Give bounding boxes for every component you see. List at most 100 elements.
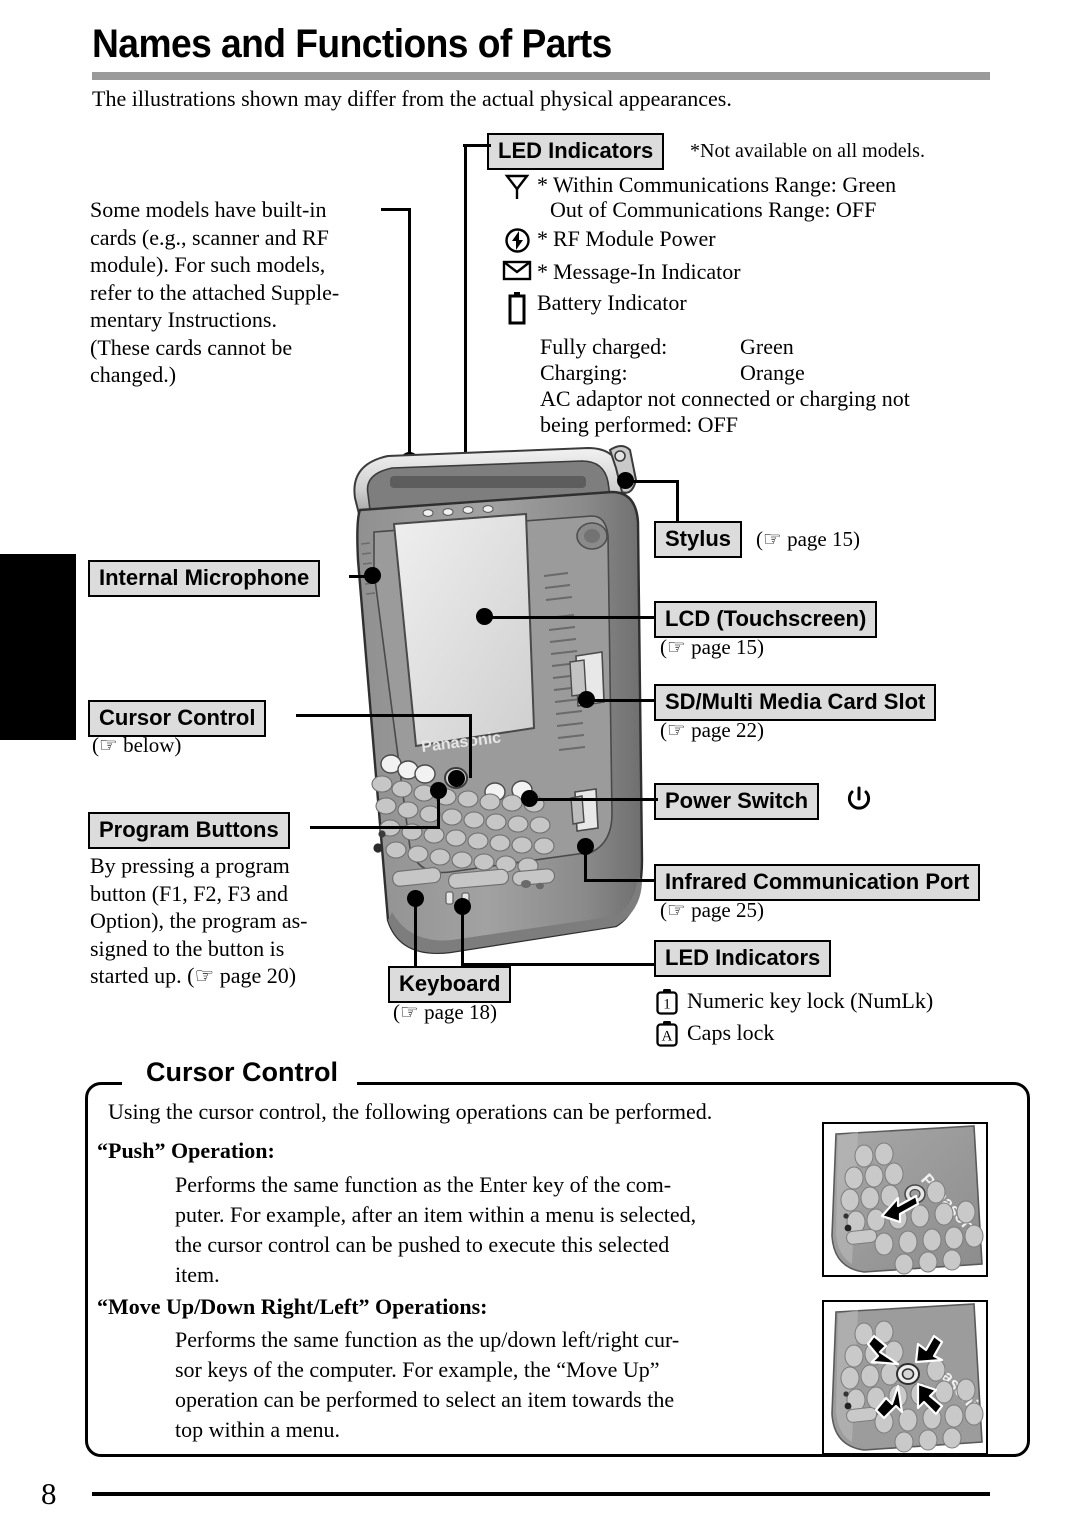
body-line: item.	[175, 1262, 220, 1287]
callout-stylus[interactable]: Stylus	[654, 521, 743, 558]
callout-power-switch[interactable]: Power Switch	[654, 783, 820, 820]
body-line: the cursor control can be pushed to exec…	[175, 1232, 670, 1257]
battery-detail-value: Green	[740, 334, 794, 359]
leader-line-led-top	[463, 144, 491, 147]
svg-text:A: A	[662, 1028, 673, 1044]
leader-line-cards	[381, 208, 411, 211]
led-star: *	[537, 226, 548, 251]
leader-line-led-top-vertical	[464, 144, 467, 504]
description-line: signed to the button is	[90, 935, 285, 961]
led-indicator-list: * Within Communications Range: Green Out …	[497, 172, 1017, 327]
battery-detail-label: Fully charged:	[540, 334, 668, 359]
svg-text:1: 1	[663, 996, 671, 1012]
led-line2: Out of Communications Range: OFF	[550, 197, 877, 222]
callout-label: Cursor Control	[99, 705, 256, 730]
antenna-icon	[497, 172, 537, 201]
battery-detail-label: Charging:	[540, 360, 628, 385]
note-line: cards (e.g., scanner and RF	[90, 224, 329, 250]
cursor-control-reference: (☞ below)	[92, 733, 182, 757]
callout-label: Infrared Communication Port	[665, 869, 970, 894]
leader-line-cursor-control	[296, 714, 472, 717]
battery-off-line1: AC adaptor not connected or charging not	[540, 386, 910, 411]
callout-label: LED Indicators	[498, 138, 654, 163]
led-line1: RF Module Power	[553, 226, 716, 251]
led-row-battery: Battery Indicator	[497, 290, 1017, 325]
callout-led-indicators-top[interactable]: LED Indicators	[487, 133, 665, 170]
leader-line-cards-vertical	[408, 208, 411, 460]
led-line1: Within Communications Range: Green	[553, 172, 897, 197]
callout-sd-card-slot[interactable]: SD/Multi Media Card Slot	[654, 684, 937, 721]
leader-line-bottom-led	[461, 963, 656, 966]
callout-program-buttons[interactable]: Program Buttons	[88, 812, 290, 849]
manual-page: Names and Functions of Parts The illustr…	[0, 0, 1080, 1533]
rf-power-icon	[497, 226, 537, 254]
callout-led-indicators-bottom[interactable]: LED Indicators	[654, 940, 832, 977]
keyboard-reference: (☞ page 18)	[393, 1000, 497, 1024]
description-line: Option), the program as-	[90, 908, 308, 933]
leader-dot-infrared	[577, 838, 594, 855]
leader-dot-cards	[400, 452, 419, 471]
capslock-key-icon: A	[655, 1020, 679, 1047]
footer-rule	[92, 1492, 990, 1496]
led-line1: Message-In Indicator	[553, 259, 741, 284]
description-line: By pressing a program	[90, 853, 290, 878]
callout-lcd-touchscreen[interactable]: LCD (Touchscreen)	[654, 601, 878, 638]
led-row-text: * Message-In Indicator	[537, 259, 1017, 284]
led-row-text: * RF Module Power	[537, 226, 1017, 251]
power-icon	[844, 784, 874, 819]
callout-cursor-control[interactable]: Cursor Control	[88, 700, 267, 737]
built-in-cards-note: Some models have built-in cards (e.g., s…	[90, 196, 390, 389]
callout-label: LCD (Touchscreen)	[665, 606, 867, 631]
led-bottom-list: 1 Numeric key lock (NumLk) A Caps lock	[655, 985, 933, 1049]
led-row-text: * Within Communications Range: Green Out …	[537, 172, 1017, 222]
led-bottom-item-label: Caps lock	[687, 1020, 775, 1045]
leader-dot-cursor-control	[448, 770, 465, 787]
leader-dot-led-top	[456, 497, 475, 516]
leader-line-lcd	[491, 616, 656, 619]
battery-icon	[497, 290, 537, 325]
callout-infrared-port[interactable]: Infrared Communication Port	[654, 864, 981, 901]
body-line: Performs the same function as the Enter …	[175, 1172, 672, 1197]
leader-line-power-switch	[534, 798, 658, 801]
leader-line-stylus-vertical	[676, 480, 679, 522]
callout-label: Keyboard	[399, 971, 501, 996]
led-bottom-item-numlk: 1 Numeric key lock (NumLk)	[655, 985, 933, 1017]
svg-text:Panasonic: Panasonic	[420, 729, 502, 756]
device-illustration: Panasonic	[330, 440, 670, 1000]
callout-internal-microphone[interactable]: Internal Microphone	[88, 560, 321, 597]
move-operation-heading: “Move Up/Down Right/Left” Operations:	[97, 1294, 488, 1319]
infrared-reference: (☞ page 25)	[660, 898, 764, 922]
led-row-text: Battery Indicator	[537, 290, 1017, 315]
chapter-index-tab	[0, 554, 76, 740]
cursor-control-intro: Using the cursor control, the following …	[108, 1099, 713, 1124]
callout-keyboard[interactable]: Keyboard	[388, 966, 512, 1003]
body-line: top within a menu.	[175, 1417, 340, 1442]
note-line: module). For such models,	[90, 252, 326, 277]
battery-detail-value: Orange	[740, 360, 805, 385]
title-underline-rule	[92, 72, 990, 80]
page-number: 8	[41, 1476, 57, 1511]
intro-text: The illustrations shown may differ from …	[92, 86, 732, 111]
battery-detail-row: Charging: Orange	[540, 360, 910, 386]
callout-label: Program Buttons	[99, 817, 279, 842]
led-row-message: * Message-In Indicator	[497, 259, 1017, 284]
leader-dot-bottom-led	[454, 898, 471, 915]
led-star: *	[537, 259, 548, 284]
push-operation-heading: “Push” Operation:	[97, 1138, 275, 1163]
led-bottom-item-label: Numeric key lock (NumLk)	[687, 988, 934, 1013]
leader-dot-sd-slot	[578, 691, 595, 708]
leader-line-cursor-control-vertical	[469, 714, 472, 778]
stylus-reference: (☞ page 15)	[756, 527, 860, 551]
leader-line-program-buttons	[310, 826, 440, 829]
lcd-reference: (☞ page 15)	[660, 635, 764, 659]
callout-label: SD/Multi Media Card Slot	[665, 689, 926, 714]
push-operation-body: Performs the same function as the Enter …	[175, 1170, 795, 1290]
led-row-antenna: * Within Communications Range: Green Out …	[497, 172, 1017, 222]
leader-dot-keyboard	[407, 890, 424, 907]
leader-line-keyboard-vertical	[414, 898, 417, 968]
description-line: button (F1, F2, F3 and	[90, 880, 289, 906]
led-bottom-item-capslock: A Caps lock	[655, 1017, 933, 1049]
body-line: puter. For example, after an item within…	[175, 1202, 697, 1227]
leader-dot-stylus	[617, 472, 634, 489]
note-line: refer to the attached Supple-	[90, 279, 340, 305]
